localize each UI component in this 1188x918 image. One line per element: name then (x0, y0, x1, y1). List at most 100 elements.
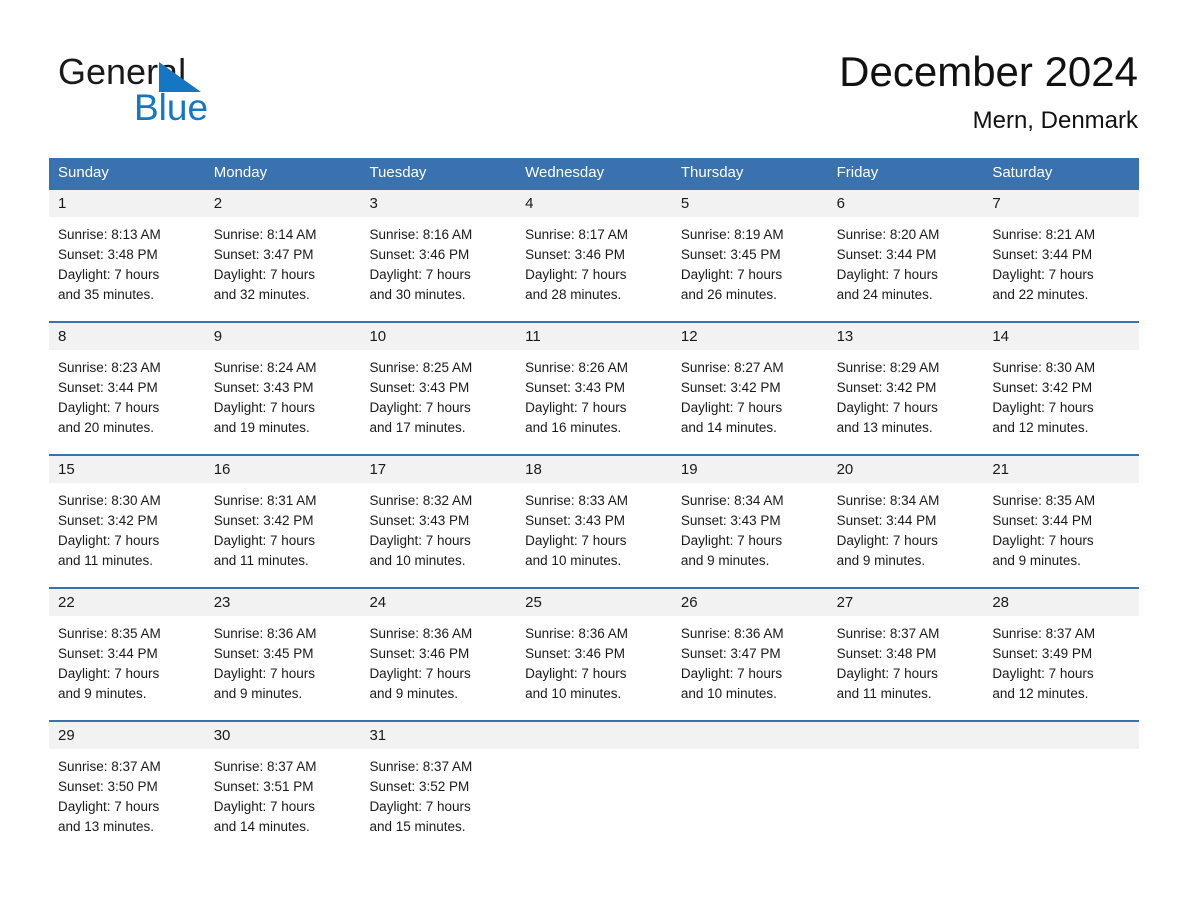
weekday-header-row: Sunday Monday Tuesday Wednesday Thursday… (49, 158, 1139, 188)
sunset-text: Sunset: 3:43 PM (369, 513, 470, 528)
day-cell[interactable]: 4 Sunrise: 8:17 AM Sunset: 3:46 PM Dayli… (516, 190, 672, 321)
day-cell[interactable]: 1 Sunrise: 8:13 AM Sunset: 3:48 PM Dayli… (49, 190, 205, 321)
day-cell[interactable]: 14 Sunrise: 8:30 AM Sunset: 3:42 PM Dayl… (983, 323, 1140, 454)
day-details: Sunrise: 8:37 AM Sunset: 3:52 PM Dayligh… (360, 749, 516, 837)
sunset-text: Sunset: 3:46 PM (369, 646, 470, 661)
day-number: 11 (525, 328, 541, 345)
daylight-text-line1: Daylight: 7 hours (525, 267, 627, 282)
page-title: December 2024 (839, 48, 1138, 95)
day-number-band: 15 (49, 456, 205, 483)
day-cell[interactable]: 18 Sunrise: 8:33 AM Sunset: 3:43 PM Dayl… (516, 456, 672, 587)
day-details: Sunrise: 8:37 AM Sunset: 3:48 PM Dayligh… (828, 616, 984, 704)
title-block: December 2024 Mern, Denmark (839, 46, 1138, 138)
daylight-text-line2: and 28 minutes. (525, 287, 622, 302)
sunrise-text: Sunrise: 8:17 AM (525, 227, 628, 242)
day-cell[interactable]: 25 Sunrise: 8:36 AM Sunset: 3:46 PM Dayl… (516, 589, 672, 720)
day-cell[interactable]: 5 Sunrise: 8:19 AM Sunset: 3:45 PM Dayli… (671, 190, 828, 321)
day-cell[interactable]: 12 Sunrise: 8:27 AM Sunset: 3:42 PM Dayl… (671, 323, 828, 454)
day-cell[interactable]: 10 Sunrise: 8:25 AM Sunset: 3:43 PM Dayl… (360, 323, 517, 454)
sunrise-text: Sunrise: 8:23 AM (58, 360, 161, 375)
day-cell[interactable]: 23 Sunrise: 8:36 AM Sunset: 3:45 PM Dayl… (204, 589, 361, 720)
day-cell[interactable]: 8 Sunrise: 8:23 AM Sunset: 3:44 PM Dayli… (49, 323, 205, 454)
day-cell[interactable]: 11 Sunrise: 8:26 AM Sunset: 3:43 PM Dayl… (516, 323, 672, 454)
daylight-text-line1: Daylight: 7 hours (213, 799, 316, 814)
day-cell[interactable]: 28 Sunrise: 8:37 AM Sunset: 3:49 PM Dayl… (983, 589, 1140, 720)
day-number: 2 (213, 195, 223, 212)
day-cell[interactable]: 26 Sunrise: 8:36 AM Sunset: 3:47 PM Dayl… (671, 589, 828, 720)
day-cell[interactable]: 29 Sunrise: 8:37 AM Sunset: 3:50 PM Dayl… (49, 722, 205, 838)
day-cell[interactable]: 9 Sunrise: 8:24 AM Sunset: 3:43 PM Dayli… (204, 323, 361, 454)
sunrise-text: Sunrise: 8:21 AM (992, 227, 1096, 242)
day-details: Sunrise: 8:19 AM Sunset: 3:45 PM Dayligh… (672, 217, 828, 305)
sunset-text: Sunset: 3:45 PM (213, 646, 314, 661)
day-number: 16 (213, 461, 231, 478)
day-number: 22 (58, 594, 75, 611)
sunset-text: Sunset: 3:43 PM (525, 513, 625, 528)
sunrise-text: Sunrise: 8:33 AM (525, 493, 628, 508)
day-details: Sunrise: 8:25 AM Sunset: 3:43 PM Dayligh… (360, 350, 516, 438)
daylight-text-line2: and 9 minutes. (213, 686, 303, 701)
day-cell[interactable]: 21 Sunrise: 8:35 AM Sunset: 3:44 PM Dayl… (983, 456, 1140, 587)
day-cell-empty (827, 722, 984, 838)
day-cell[interactable]: 17 Sunrise: 8:32 AM Sunset: 3:43 PM Dayl… (360, 456, 517, 587)
day-cell[interactable]: 13 Sunrise: 8:29 AM Sunset: 3:42 PM Dayl… (827, 323, 984, 454)
day-details: Sunrise: 8:30 AM Sunset: 3:42 PM Dayligh… (49, 483, 205, 571)
sunset-text: Sunset: 3:42 PM (992, 380, 1093, 395)
day-cell[interactable]: 15 Sunrise: 8:30 AM Sunset: 3:42 PM Dayl… (49, 456, 205, 587)
day-number: 7 (992, 195, 1001, 212)
day-details: Sunrise: 8:36 AM Sunset: 3:46 PM Dayligh… (360, 616, 516, 704)
day-cell[interactable]: 27 Sunrise: 8:37 AM Sunset: 3:48 PM Dayl… (827, 589, 984, 720)
day-number: 15 (58, 461, 75, 478)
day-number: 5 (680, 195, 690, 212)
day-number: 20 (836, 461, 854, 478)
day-number: 24 (369, 594, 387, 611)
day-details: Sunrise: 8:37 AM Sunset: 3:51 PM Dayligh… (205, 749, 361, 837)
day-cell[interactable]: 3 Sunrise: 8:16 AM Sunset: 3:46 PM Dayli… (360, 190, 517, 321)
day-number: 1 (58, 195, 67, 212)
day-cell[interactable]: 2 Sunrise: 8:14 AM Sunset: 3:47 PM Dayli… (204, 190, 361, 321)
day-cell[interactable]: 24 Sunrise: 8:36 AM Sunset: 3:46 PM Dayl… (360, 589, 517, 720)
day-details: Sunrise: 8:36 AM Sunset: 3:45 PM Dayligh… (205, 616, 361, 704)
day-number: 21 (992, 461, 1009, 478)
day-number: 10 (369, 328, 387, 345)
weekday-header-wednesday: Wednesday (525, 164, 605, 181)
day-number: 13 (836, 328, 854, 345)
daylight-text-line2: and 20 minutes. (58, 420, 155, 435)
week-row: 22 Sunrise: 8:35 AM Sunset: 3:44 PM Dayl… (49, 587, 1140, 720)
day-cell[interactable]: 31 Sunrise: 8:37 AM Sunset: 3:52 PM Dayl… (360, 722, 517, 838)
day-number-band: 22 (49, 589, 205, 616)
sunset-text: Sunset: 3:43 PM (680, 513, 781, 528)
daylight-text-line2: and 13 minutes. (836, 420, 933, 435)
sunrise-text: Sunrise: 8:37 AM (836, 626, 940, 641)
sunrise-text: Sunrise: 8:14 AM (213, 227, 317, 242)
daylight-text-line1: Daylight: 7 hours (836, 533, 938, 548)
daylight-text-line1: Daylight: 7 hours (213, 400, 316, 415)
day-cell[interactable]: 16 Sunrise: 8:31 AM Sunset: 3:42 PM Dayl… (204, 456, 361, 587)
day-cell[interactable]: 19 Sunrise: 8:34 AM Sunset: 3:43 PM Dayl… (671, 456, 828, 587)
sunrise-text: Sunrise: 8:31 AM (213, 493, 317, 508)
day-details: Sunrise: 8:37 AM Sunset: 3:49 PM Dayligh… (983, 616, 1139, 704)
weekday-header-friday: Friday (836, 164, 879, 181)
day-cell[interactable]: 22 Sunrise: 8:35 AM Sunset: 3:44 PM Dayl… (49, 589, 205, 720)
day-details: Sunrise: 8:13 AM Sunset: 3:48 PM Dayligh… (49, 217, 205, 305)
sunrise-text: Sunrise: 8:20 AM (836, 227, 940, 242)
day-number: 28 (992, 594, 1009, 611)
sunrise-text: Sunrise: 8:30 AM (58, 493, 161, 508)
sunset-text: Sunset: 3:43 PM (369, 380, 470, 395)
day-number-band: 28 (983, 589, 1140, 616)
day-number: 18 (525, 461, 542, 478)
day-cell[interactable]: 6 Sunrise: 8:20 AM Sunset: 3:44 PM Dayli… (827, 190, 984, 321)
sunrise-text: Sunrise: 8:30 AM (992, 360, 1096, 375)
day-number (672, 727, 681, 744)
sunrise-text: Sunrise: 8:24 AM (213, 360, 317, 375)
sunrise-text: Sunrise: 8:34 AM (836, 493, 940, 508)
day-cell[interactable]: 30 Sunrise: 8:37 AM Sunset: 3:51 PM Dayl… (204, 722, 361, 838)
sunset-text: Sunset: 3:43 PM (213, 380, 314, 395)
day-cell[interactable]: 20 Sunrise: 8:34 AM Sunset: 3:44 PM Dayl… (827, 456, 984, 587)
day-details: Sunrise: 8:35 AM Sunset: 3:44 PM Dayligh… (49, 616, 205, 704)
daylight-text-line1: Daylight: 7 hours (992, 533, 1094, 548)
day-number-band: 26 (671, 589, 828, 616)
day-cell[interactable]: 7 Sunrise: 8:21 AM Sunset: 3:44 PM Dayli… (983, 190, 1140, 321)
day-cell-empty (671, 722, 828, 838)
daylight-text-line2: and 12 minutes. (992, 420, 1089, 435)
